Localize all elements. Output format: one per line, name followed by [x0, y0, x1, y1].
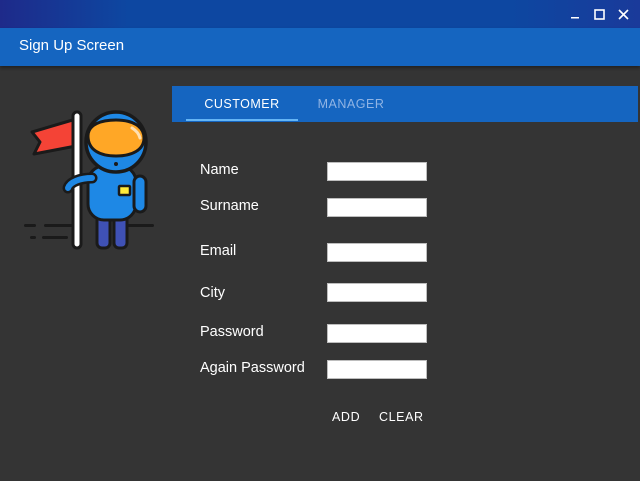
active-tab-indicator: [186, 119, 298, 121]
app-bar: Sign Up Screen: [0, 28, 640, 66]
city-label: City: [200, 285, 225, 301]
window-title-strip: [0, 0, 640, 28]
email-label: Email: [200, 243, 237, 259]
window-controls: [564, 4, 634, 24]
tab-customer[interactable]: CUSTOMER: [186, 86, 298, 122]
close-icon[interactable]: [612, 4, 634, 24]
password-field[interactable]: [327, 324, 427, 343]
maximize-icon[interactable]: [588, 4, 610, 24]
app-title: Sign Up Screen: [19, 37, 125, 54]
minimize-icon[interactable]: [564, 4, 586, 24]
name-label: Name: [200, 162, 239, 178]
clear-button[interactable]: CLEAR: [375, 406, 428, 428]
surname-field[interactable]: [327, 198, 427, 217]
name-field[interactable]: [327, 162, 427, 181]
astronaut-with-flag-illustration: [20, 106, 160, 256]
add-button[interactable]: ADD: [328, 406, 364, 428]
city-field[interactable]: [327, 283, 427, 302]
again-password-field[interactable]: [327, 360, 427, 379]
again-password-label: Again Password: [200, 360, 305, 376]
tab-manager[interactable]: MANAGER: [298, 86, 404, 122]
password-label: Password: [200, 324, 264, 340]
surname-label: Surname: [200, 198, 259, 214]
email-field[interactable]: [327, 243, 427, 262]
account-type-tabs: CUSTOMER MANAGER: [172, 86, 638, 122]
